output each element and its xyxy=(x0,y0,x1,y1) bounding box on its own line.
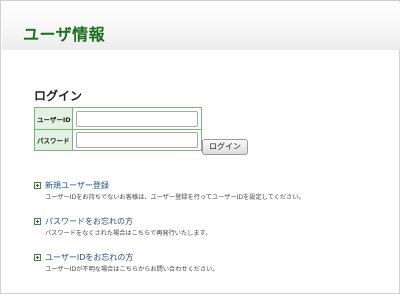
forgot-password-description: パスワードをなくされた場合はこちらで再発行いたします。 xyxy=(45,230,212,237)
login-heading: ログイン xyxy=(34,89,83,103)
password-input[interactable] xyxy=(76,132,198,148)
userid-label: ユーザーID xyxy=(35,108,73,129)
page-frame: ユーザ情報 ログイン ユーザーID パスワード ログイン 新規ユーザー登録 ユー… xyxy=(0,0,400,294)
help-links: 新規ユーザー登録 ユーザーIDをお持ちでないお客様は、ユーザー登録を行ってユーザ… xyxy=(34,180,394,288)
arrow-bullet-icon xyxy=(34,182,41,189)
link-item-register: 新規ユーザー登録 ユーザーIDをお持ちでないお客様は、ユーザー登録を行ってユーザ… xyxy=(34,180,394,216)
link-item-forgot-password: パスワードをお忘れの方 パスワードをなくされた場合はこちらで再発行いたします。 xyxy=(34,216,394,252)
arrow-bullet-icon xyxy=(34,218,41,225)
userid-row: ユーザーID xyxy=(35,108,201,129)
password-cell xyxy=(73,130,201,150)
login-form: ユーザーID パスワード xyxy=(34,107,202,151)
forgot-userid-link[interactable]: ユーザーIDをお忘れの方 xyxy=(45,252,133,263)
register-description: ユーザーIDをお持ちでないお客様は、ユーザー登録を行ってユーザーIDを設定してく… xyxy=(45,194,305,201)
page-title: ユーザ情報 xyxy=(23,25,106,44)
userid-input[interactable] xyxy=(76,110,198,127)
forgot-password-link[interactable]: パスワードをお忘れの方 xyxy=(45,216,133,227)
password-label: パスワード xyxy=(35,130,73,150)
register-link[interactable]: 新規ユーザー登録 xyxy=(45,180,109,191)
userid-cell xyxy=(73,108,201,129)
arrow-bullet-icon xyxy=(34,254,41,261)
forgot-userid-description: ユーザーIDが不明な場合はこちらからお問い合わせください。 xyxy=(45,266,219,273)
link-item-forgot-userid: ユーザーIDをお忘れの方 ユーザーIDが不明な場合はこちらからお問い合わせくださ… xyxy=(34,252,394,288)
password-row: パスワード xyxy=(35,129,201,150)
login-button[interactable]: ログイン xyxy=(202,139,248,155)
